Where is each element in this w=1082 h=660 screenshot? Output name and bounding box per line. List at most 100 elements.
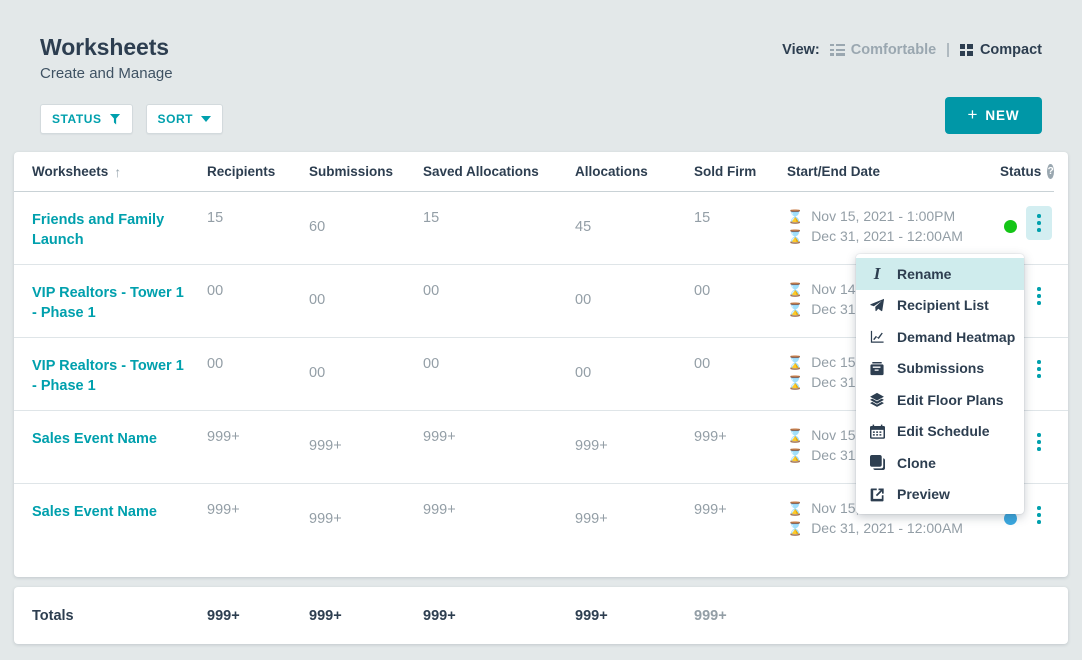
hourglass-icon: ⌛	[787, 354, 804, 370]
totals-saved-allocations: 999+	[423, 607, 456, 624]
column-header-allocations[interactable]: Allocations	[575, 164, 694, 179]
view-option-compact[interactable]: Compact	[959, 42, 1042, 58]
row-worksheet-name-link[interactable]: VIP Realtors - Tower 1 - Phase 1	[32, 265, 184, 323]
totals-sold-firm: 999+	[694, 607, 727, 624]
table-header-row: Worksheets ↑ Recipients Submissions Save…	[14, 152, 1054, 192]
row-cell-sold-firm: 999+	[694, 429, 727, 445]
sort-filter-label: SORT	[157, 112, 194, 126]
status-filter-button[interactable]: STATUS	[40, 104, 133, 134]
end-date-line: ⌛ Dec 31, 2021 - 12:00AM	[787, 228, 1000, 244]
row-actions-kebab-button[interactable]	[1026, 352, 1052, 386]
row-cell-recipients: 999+	[207, 429, 240, 445]
sort-ascending-icon: ↑	[114, 163, 122, 180]
row-cell-recipients: 15	[207, 210, 224, 226]
column-header-worksheets[interactable]: Worksheets ↑	[32, 164, 207, 179]
hourglass-icon: ⌛	[787, 447, 804, 463]
plus-icon: +	[967, 105, 979, 124]
view-option-comfortable-label: Comfortable	[850, 42, 937, 58]
inbox-icon	[868, 361, 886, 376]
row-cell-allocations: 999+	[575, 511, 608, 527]
view-option-compact-label: Compact	[979, 42, 1042, 58]
row-worksheet-name-link[interactable]: Sales Event Name	[32, 411, 184, 449]
column-header-saved-allocations[interactable]: Saved Allocations	[423, 164, 575, 179]
context-menu-item-label: Edit Schedule	[897, 423, 990, 440]
totals-recipients: 999+	[207, 607, 240, 624]
view-option-comfortable[interactable]: Comfortable	[829, 42, 937, 58]
row-cell-saved-allocations: 00	[423, 283, 440, 299]
page-subtitle: Create and Manage	[40, 65, 173, 82]
sort-filter-button[interactable]: SORT	[145, 104, 224, 134]
row-actions-kebab-button[interactable]	[1026, 425, 1052, 459]
row-cell-submissions: 00	[309, 292, 326, 308]
row-cell-submissions: 60	[309, 219, 326, 235]
row-cell-status	[1000, 192, 1060, 240]
totals-card: Totals 999+ 999+ 999+ 999+ 999+	[14, 587, 1068, 644]
row-worksheet-name-link[interactable]: Sales Event Name	[32, 484, 184, 522]
hourglass-icon: ⌛	[787, 374, 804, 390]
hourglass-icon: ⌛	[787, 301, 804, 317]
calendar-icon	[868, 424, 886, 439]
chart-line-icon	[868, 330, 886, 344]
chevron-down-icon	[201, 116, 212, 122]
row-cell-recipients: 00	[207, 283, 224, 299]
context-menu-item[interactable]: I Rename	[856, 258, 1024, 290]
copy-icon	[868, 455, 886, 471]
context-menu-item[interactable]: Edit Floor Plans	[856, 384, 1024, 416]
row-cell-allocations: 00	[575, 292, 592, 308]
view-label: View:	[782, 42, 820, 58]
row-cell-sold-firm: 00	[694, 283, 711, 299]
row-worksheet-name-link[interactable]: Friends and Family Launch	[32, 192, 184, 250]
row-cell-submissions: 999+	[309, 511, 342, 527]
filter-bar: STATUS SORT	[40, 104, 224, 134]
totals-submissions: 999+	[309, 607, 342, 624]
end-date-value: Dec 31, 2021 - 12:00AM	[811, 228, 963, 244]
page-header: Worksheets Create and Manage View: Comfo…	[40, 34, 1042, 94]
column-header-sold-firm[interactable]: Sold Firm	[694, 164, 787, 179]
column-header-submissions[interactable]: Submissions	[309, 164, 423, 179]
start-date-line: ⌛ Nov 15, 2021 - 1:00PM	[787, 208, 1000, 224]
context-menu-item-label: Demand Heatmap	[897, 328, 1016, 345]
new-worksheet-button[interactable]: + NEW	[945, 97, 1042, 134]
hourglass-icon: ⌛	[787, 228, 804, 244]
row-cell-sold-firm: 999+	[694, 502, 727, 518]
context-menu-item-label: Clone	[897, 454, 936, 471]
row-context-menu: I Rename Recipient List Demand Heatmap Submi…	[856, 254, 1024, 514]
context-menu-item[interactable]: Preview	[856, 479, 1024, 511]
external-link-icon	[868, 487, 886, 502]
row-worksheet-name-link[interactable]: VIP Realtors - Tower 1 - Phase 1	[32, 338, 184, 396]
start-date-value: Nov 15, 2021 - 1:00PM	[811, 208, 956, 224]
help-circle-icon[interactable]: ?	[1047, 164, 1054, 179]
row-cell-allocations: 999+	[575, 438, 608, 454]
column-header-recipients[interactable]: Recipients	[207, 164, 309, 179]
row-actions-kebab-button[interactable]	[1026, 279, 1052, 313]
row-actions-kebab-button[interactable]	[1026, 206, 1052, 240]
paper-plane-icon	[868, 298, 886, 312]
context-menu-item-label: Submissions	[897, 360, 985, 377]
context-menu-item[interactable]: Submissions	[856, 353, 1024, 385]
filter-funnel-icon	[109, 113, 121, 125]
row-cell-recipients: 00	[207, 356, 224, 372]
end-date-line: ⌛ Dec 31, 2021 - 12:00AM	[787, 520, 1000, 536]
compact-grid-icon	[959, 44, 973, 56]
column-header-start-end-date[interactable]: Start/End Date	[787, 164, 1000, 179]
row-cell-sold-firm: 15	[694, 210, 711, 226]
row-cell-start-end-date: ⌛ Nov 15, 2021 - 1:00PM ⌛ Dec 31, 2021 - 12…	[787, 192, 1000, 244]
totals-allocations: 999+	[575, 607, 608, 624]
page-title: Worksheets	[40, 34, 169, 60]
row-actions-kebab-button[interactable]	[1026, 498, 1052, 532]
hourglass-icon: ⌛	[787, 500, 804, 516]
row-cell-recipients: 999+	[207, 502, 240, 518]
context-menu-item[interactable]: Demand Heatmap	[856, 321, 1024, 353]
column-header-status[interactable]: Status ?	[1000, 164, 1060, 179]
context-menu-item[interactable]: Clone	[856, 447, 1024, 479]
totals-label: Totals	[32, 607, 74, 624]
totals-row: Totals 999+ 999+ 999+ 999+ 999+	[14, 587, 1068, 644]
row-cell-submissions: 00	[309, 365, 326, 381]
row-cell-allocations: 45	[575, 219, 592, 235]
context-menu-item[interactable]: Edit Schedule	[856, 416, 1024, 448]
end-date-value: Dec 31, 2021 - 12:00AM	[811, 520, 963, 536]
hourglass-icon: ⌛	[787, 520, 804, 536]
status-filter-label: STATUS	[52, 112, 102, 126]
context-menu-item[interactable]: Recipient List	[856, 290, 1024, 322]
view-separator: |	[946, 42, 950, 58]
